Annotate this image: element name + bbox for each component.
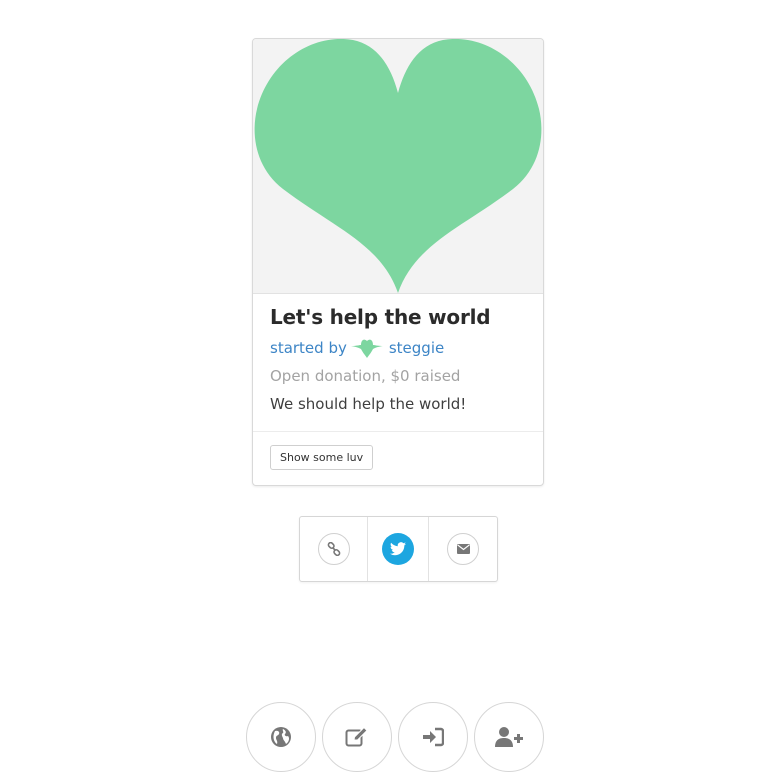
- share-email-cell: [429, 517, 497, 581]
- share-link-cell: [300, 517, 368, 581]
- globe-icon: [271, 727, 291, 747]
- campaign-status: Open donation, $0 raised: [270, 367, 461, 385]
- campaign-image: [253, 39, 543, 294]
- envelope-icon[interactable]: [447, 533, 479, 565]
- author-avatar-heart-icon: [350, 337, 383, 359]
- add-user-button[interactable]: [474, 702, 544, 772]
- campaign-card: Let's help the world started by steggie …: [252, 38, 544, 486]
- bottom-nav: [0, 702, 783, 772]
- add-user-icon: [495, 727, 523, 747]
- share-twitter-cell: [368, 517, 429, 581]
- byline-prefix: started by: [270, 339, 347, 357]
- campaign-byline[interactable]: started by steggie: [270, 337, 444, 359]
- sign-in-icon: [423, 727, 444, 747]
- share-bar: [299, 516, 498, 582]
- card-footer: Show some luv: [253, 431, 543, 485]
- campaign-description: We should help the world!: [270, 395, 467, 413]
- show-luv-button[interactable]: Show some luv: [270, 445, 374, 470]
- author-name-link[interactable]: steggie: [389, 339, 444, 357]
- link-icon[interactable]: [317, 533, 350, 565]
- twitter-icon[interactable]: [382, 533, 414, 565]
- sign-in-button[interactable]: [398, 702, 468, 772]
- campaign-title: Let's help the world: [270, 305, 491, 329]
- edit-icon: [345, 726, 368, 747]
- heart-image: [254, 39, 542, 293]
- globe-button[interactable]: [246, 702, 316, 772]
- edit-button[interactable]: [322, 702, 392, 772]
